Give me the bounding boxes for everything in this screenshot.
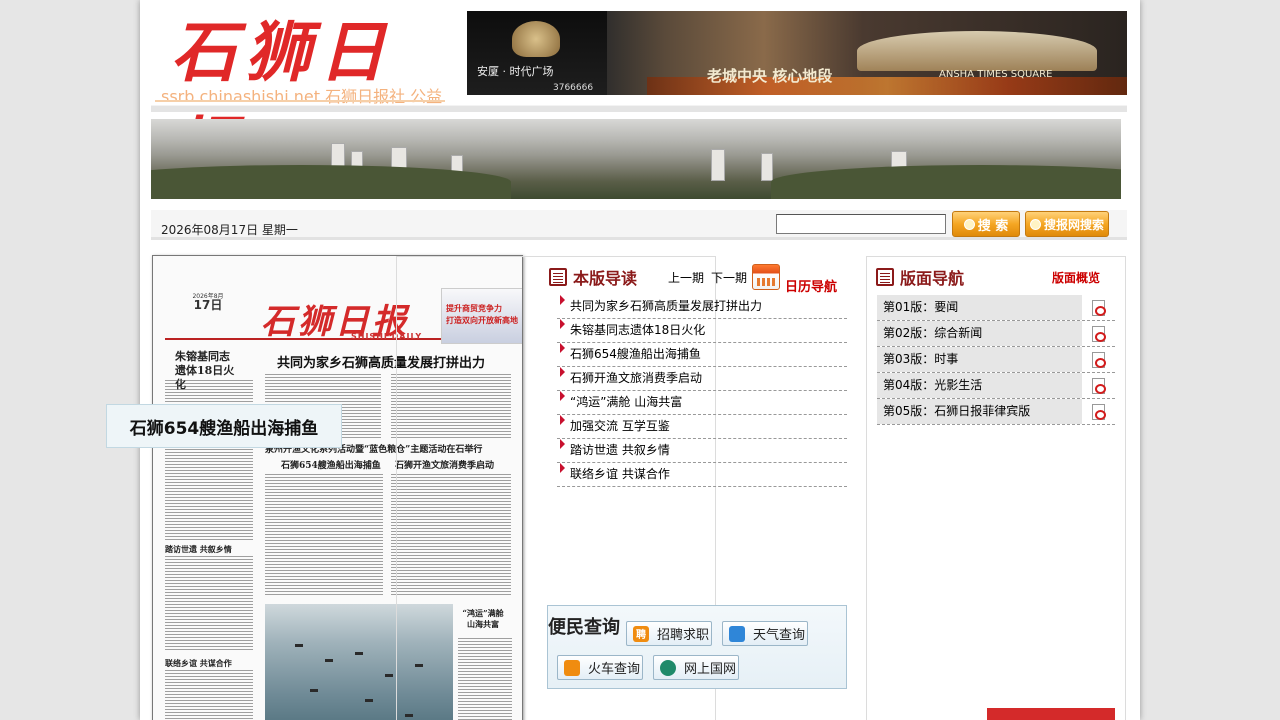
current-date: 2026年08月17日 星期一 [161,223,298,237]
boat-mark [325,659,333,662]
pdf-download[interactable] [1082,347,1115,372]
pages-header: 版面导航 [876,265,964,289]
search-button-icon [963,218,975,230]
logo-subtitle: ssrb.chinashishi.net 石狮日报社.公益 [161,87,443,106]
guide-header: 本版导读 [549,265,637,289]
jobs-label: 招聘求职 [657,628,710,643]
text-column [165,556,253,652]
city-panorama-banner [151,119,1121,199]
newspaper-date: 2026年8月 17日 [183,292,233,312]
page-row: 第04版：光影生活 [877,373,1115,399]
story-link[interactable]: “鸿运”满舱 山海共富 [557,391,847,415]
newspaper-side-subhead: 踏访世遗 共叙乡情 [165,544,232,554]
ad-building-image [857,31,1097,71]
pdf-icon [1092,325,1106,342]
text-column [165,670,253,720]
pages-title: 版面导航 [900,269,965,288]
boat-mark [365,699,373,702]
banner-hill [151,165,511,199]
weather-label: 天气查询 [753,628,806,643]
site-logo[interactable]: 石狮日报 ssrb.chinashishi.net 石狮日报社.公益 [151,3,446,187]
ad-brand-panel: 安厦 · 时代广场 3766666 [467,11,607,95]
newspaper-side-subhead: 联络乡谊 共谋合作 [165,658,232,668]
net-search-button-label: 搜报网搜索 [1043,217,1104,232]
logo-underline [155,100,445,102]
header-divider [151,105,1127,112]
right-ad-logo [877,708,985,720]
pdf-icon [1092,299,1106,316]
briefcase-icon: 聘 [633,625,649,642]
pages-overview-link[interactable]: 版面概览 [1052,269,1100,286]
page-link[interactable]: 第02版：综合新闻 [877,321,1082,346]
boat-mark [355,652,363,655]
banner-hill [771,165,1121,199]
date-search-bar: 2026年08月17日 星期一 搜 索 搜报网搜索 [151,210,1127,240]
story-link[interactable]: 加强交流 互学互鉴 [557,415,847,439]
pdf-icon [1092,351,1106,368]
text-column [265,474,383,596]
ad-phone: 3766666 [553,83,594,93]
page-row: 第02版：综合新闻 [877,321,1115,347]
article-hover-tooltip: 石狮654艘渔船出海捕鱼 [106,404,342,448]
newspaper-icon [549,268,567,286]
newspaper-date-day: 17日 [193,298,223,312]
story-list: 共同为家乡石狮高质量发展打拼出力 朱镕基同志遗体18日火化 石狮654艘渔船出海… [557,295,847,487]
services-title: 便民查询 [548,617,620,638]
net-search-button-icon [1029,218,1041,230]
pdf-icon [1092,377,1106,394]
next-issue-link[interactable]: 下一期 [711,269,747,286]
story-link[interactable]: 踏访世遗 共叙乡情 [557,439,847,463]
story-link[interactable]: 石狮开渔文旅消费季启动 [557,367,847,391]
ad-developer: 安厦 · 时代广场 [477,65,554,78]
page-link[interactable]: 第04版：光影生活 [877,373,1082,398]
search-input[interactable] [776,214,946,234]
story-link[interactable]: 朱镕基同志遗体18日火化 [557,319,847,343]
pdf-download[interactable] [1082,373,1115,398]
banner-building [761,153,773,181]
right-column-ad[interactable] [877,708,1115,720]
boat-mark [310,689,318,692]
ad-slogan-en: ANSHA TIMES SQUARE [939,69,1053,80]
train-button[interactable]: 火车查询 [557,655,643,680]
calendar-nav-link[interactable]: 日历导航 [785,276,837,295]
story-link[interactable]: 石狮654艘渔船出海捕鱼 [557,343,847,367]
story-link[interactable]: 联络乡谊 共谋合作 [557,463,847,487]
header-advertisement[interactable]: 安厦 · 时代广场 3766666 老城中央 核心地段 ANSHA TIMES … [467,11,1127,95]
prev-issue-link[interactable]: 上一期 [668,269,704,286]
calendar-icon[interactable] [752,264,780,290]
globe-icon [660,659,676,676]
pdf-icon [1092,403,1106,420]
home-icon [564,659,580,676]
newspaper-subhead: 石狮654艘渔船出海捕鱼 [281,461,381,471]
pdf-download[interactable] [1082,321,1115,346]
state-grid-button[interactable]: 网上国网 [653,655,739,680]
net-search-button[interactable]: 搜报网搜索 [1025,211,1109,237]
convenience-services-box: 便民查询 聘 招聘求职 天气查询 火车查询 网上国网 [547,605,847,689]
story-link[interactable]: 共同为家乡石狮高质量发展打拼出力 [557,295,847,319]
weather-icon [729,625,745,642]
boat-mark [295,644,303,647]
winged-emblem-icon [512,21,560,57]
pdf-download[interactable] [1082,399,1115,424]
page-link[interactable]: 第01版：要闻 [877,295,1082,320]
page-row: 第01版：要闻 [877,295,1115,321]
jobs-button[interactable]: 聘 招聘求职 [626,621,712,646]
page-link[interactable]: 第05版：石狮日报菲律宾版 [877,399,1082,424]
right-ad-banner [987,708,1115,720]
page-link[interactable]: 第03版：时事 [877,347,1082,372]
page-list: 第01版：要闻 第02版：综合新闻 第03版：时事 第04版：光影生活 第05版… [877,295,1115,425]
search-button[interactable]: 搜 索 [952,211,1020,237]
state-grid-label: 网上国网 [684,662,737,677]
page-row: 第03版：时事 [877,347,1115,373]
search-button-label: 搜 索 [977,218,1009,234]
banner-building [711,149,725,181]
guide-title: 本版导读 [573,269,638,288]
weather-button[interactable]: 天气查询 [722,621,808,646]
pdf-download[interactable] [1082,295,1115,320]
page-row: 第05版：石狮日报菲律宾版 [877,399,1115,425]
newspaper-icon [876,268,894,286]
train-label: 火车查询 [588,662,641,677]
ad-slogan: 老城中央 核心地段 [707,67,833,85]
boat-mark [385,674,393,677]
